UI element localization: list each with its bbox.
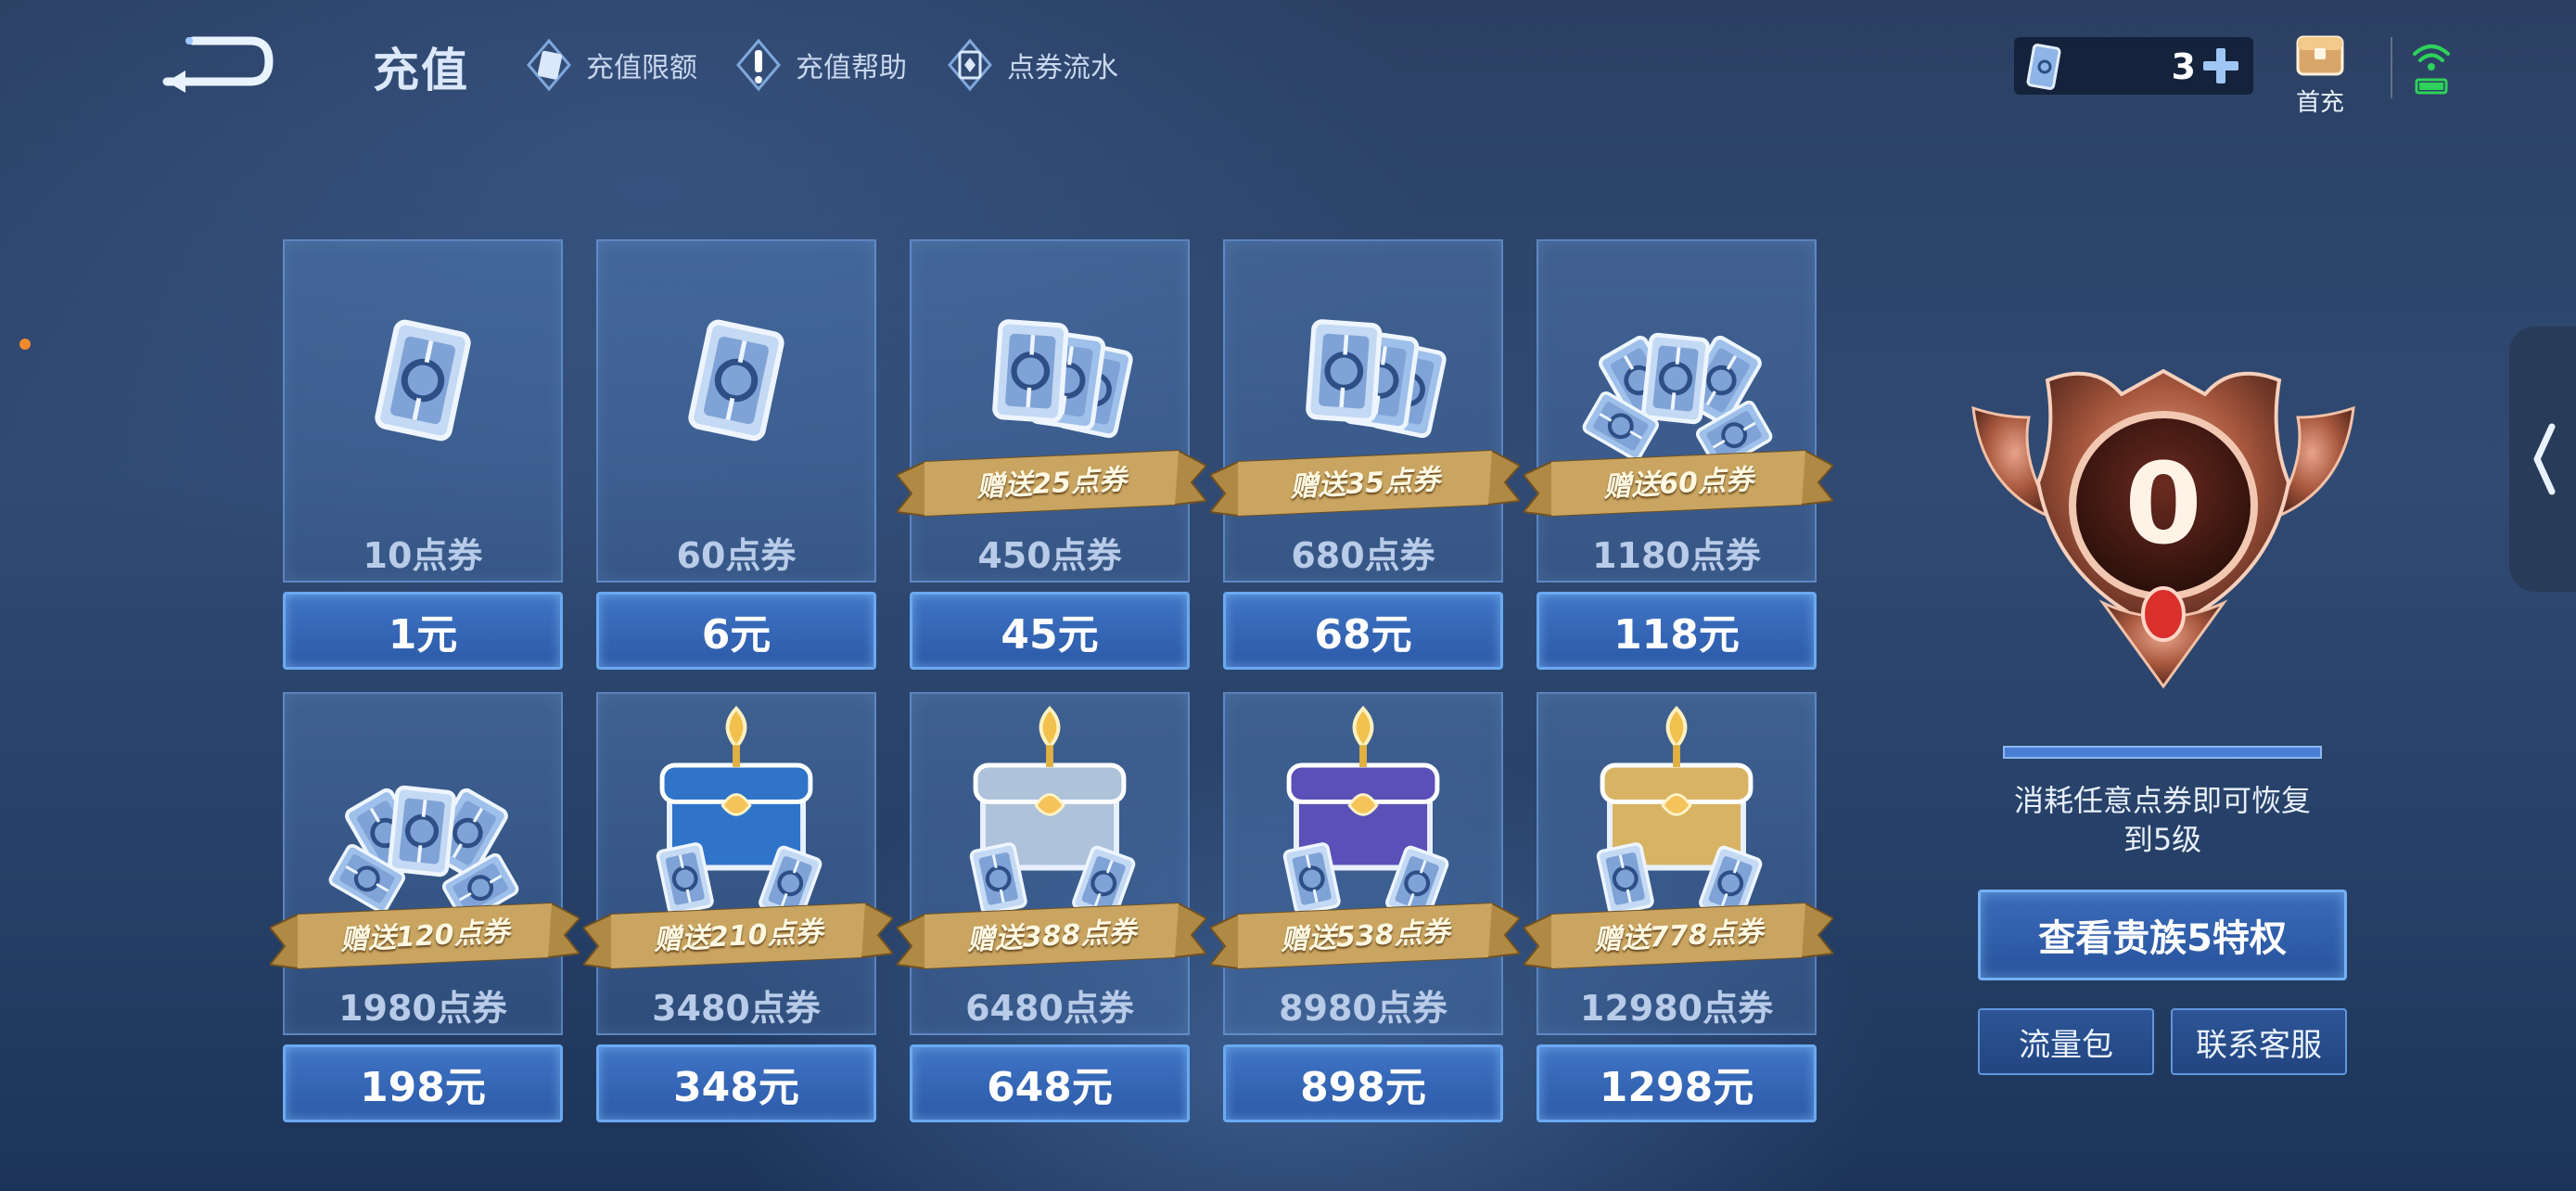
vip-badge: 0 — [1955, 352, 2372, 705]
first-charge-label: 首充 — [2295, 89, 2344, 117]
price-button[interactable]: 45元 — [910, 592, 1190, 670]
price-button[interactable]: 6元 — [596, 592, 876, 670]
vip-note-line1: 消耗任意点券即可恢复 — [2013, 783, 2311, 818]
product-card[interactable]: 10点券 — [283, 239, 563, 583]
price-button[interactable]: 118元 — [1537, 592, 1817, 670]
ticket-balance: 3 — [2014, 37, 2253, 95]
ticket-amount: 8980点券 — [1279, 988, 1447, 1029]
status-indicator — [2409, 37, 2454, 98]
notification-dot — [19, 339, 31, 350]
ticket-amount: 450点券 — [977, 535, 1122, 576]
product-card[interactable]: 赠送35点券 680点券 — [1210, 239, 1520, 583]
recharge-help-label: 充值帮助 — [796, 52, 907, 84]
ticket-record-label: 点券流水 — [1007, 52, 1118, 84]
recharge-limit-label: 充值限额 — [586, 52, 697, 84]
ticket-icon — [688, 319, 784, 442]
price-button[interactable]: 198元 — [283, 1044, 563, 1122]
ticket-amount: 680点券 — [1291, 535, 1435, 576]
recharge-limit-link[interactable]: 充值限额 — [525, 37, 697, 93]
noble-badge-icon: 0 — [1971, 368, 2355, 689]
customer-service-button[interactable]: 联系客服 — [2171, 1008, 2347, 1075]
treasure-chest-icon — [2296, 35, 2344, 76]
ticket-record-link[interactable]: 点券流水 — [946, 37, 1118, 93]
product-card[interactable]: 赠送25点券 450点券 — [897, 239, 1206, 583]
vip-progress-bar — [2003, 746, 2322, 759]
product-card[interactable]: 赠送210点券 3480点券 — [583, 692, 893, 1035]
ticket-amount: 1180点券 — [1592, 535, 1761, 576]
side-drawer-handle[interactable] — [2509, 327, 2576, 592]
add-ticket-button[interactable] — [2198, 41, 2244, 91]
back-button[interactable] — [158, 28, 278, 102]
ticket-icon — [375, 319, 471, 442]
view-privilege-button[interactable]: 查看贵族5特权 — [1978, 890, 2347, 980]
ticket-amount: 10点券 — [363, 535, 483, 576]
chevron-left-icon — [2533, 423, 2556, 495]
product-card[interactable]: 赠送538点券 8980点券 — [1210, 692, 1520, 1035]
ticket-icon — [2026, 44, 2061, 90]
first-charge-button[interactable]: 首充 — [2287, 28, 2353, 117]
price-button[interactable]: 348元 — [596, 1044, 876, 1122]
ticket-amount: 6480点券 — [965, 988, 1134, 1029]
ticket-amount: 1980点券 — [338, 988, 507, 1029]
divider — [2391, 37, 2392, 98]
ticket-amount: 60点券 — [676, 535, 797, 576]
product-card[interactable]: 60点券 — [596, 239, 876, 583]
back-arrow-icon — [162, 36, 274, 93]
recharge-help-link[interactable]: 充值帮助 — [734, 37, 907, 93]
wifi-icon — [2413, 45, 2450, 95]
ticket-balance-value: 3 — [2171, 46, 2196, 87]
product-card[interactable]: 赠送60点券 1180点券 — [1524, 239, 1833, 583]
vip-level-number: 0 — [2124, 441, 2202, 570]
product-card[interactable]: 赠送120点券 1980点券 — [270, 692, 580, 1035]
vip-note-line2: 到5级 — [2123, 822, 2202, 857]
ticket-amount: 3480点券 — [652, 988, 821, 1029]
product-card[interactable]: 赠送778点券 12980点券 — [1524, 692, 1833, 1035]
page-title: 充值 — [373, 44, 469, 97]
price-button[interactable]: 1元 — [283, 592, 563, 670]
vip-note: 消耗任意点券即可恢复 到5级 — [1957, 781, 2368, 859]
price-button[interactable]: 648元 — [910, 1044, 1190, 1122]
ticket-amount: 12980点券 — [1579, 988, 1774, 1029]
price-button[interactable]: 898元 — [1223, 1044, 1503, 1122]
data-pack-button[interactable]: 流量包 — [1978, 1008, 2154, 1075]
help-icon — [736, 38, 781, 92]
price-button[interactable]: 68元 — [1223, 592, 1503, 670]
product-card[interactable]: 赠送388点券 6480点券 — [897, 692, 1206, 1035]
card-icon — [527, 38, 571, 92]
record-icon — [948, 38, 992, 92]
price-button[interactable]: 1298元 — [1537, 1044, 1817, 1122]
